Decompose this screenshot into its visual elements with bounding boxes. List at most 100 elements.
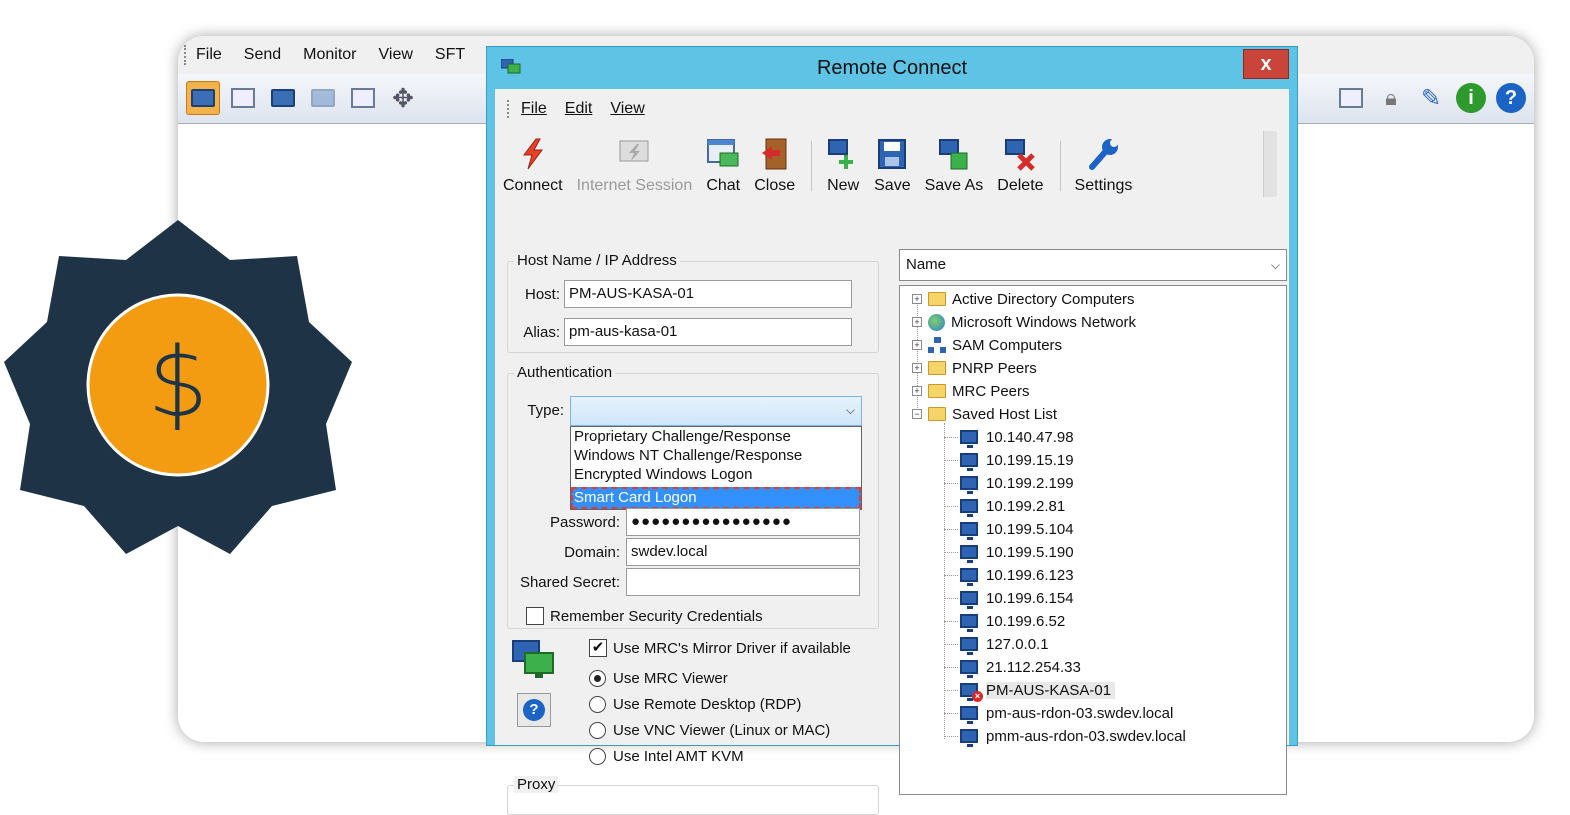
host-item[interactable]: 21.112.254.33 (944, 656, 1081, 678)
chat-button[interactable]: Chat (706, 137, 740, 195)
save-as-button[interactable]: Save As (925, 137, 983, 195)
auth-type-dropdown: Proprietary Challenge/Response Windows N… (570, 426, 862, 510)
expand-icon[interactable]: + (912, 363, 922, 373)
radio-vnc-viewer[interactable] (589, 722, 606, 739)
mrc-viewer-label[interactable]: Use MRC Viewer (613, 670, 728, 687)
host-input[interactable]: PM-AUS-KASA-01 (564, 280, 852, 308)
toolbar-overflow-scroll[interactable] (1263, 131, 1277, 197)
dialog-menu-edit[interactable]: Edit (565, 100, 593, 118)
expand-icon[interactable]: + (912, 317, 922, 327)
shared-secret-input[interactable] (626, 568, 860, 596)
transfer-icon[interactable] (266, 81, 300, 115)
host-item[interactable]: pm-aus-rdon-03.swdev.local (944, 702, 1173, 724)
toolbar-separator (811, 141, 813, 191)
tree-group-label: SAM Computers (952, 336, 1063, 354)
host-label: 10.199.2.81 (986, 497, 1066, 515)
sort-by-select[interactable]: Name ⌵ (899, 249, 1287, 281)
close-button[interactable]: x (1243, 49, 1289, 79)
chat-label: Chat (706, 177, 741, 194)
chevron-down-icon: ⌵ (845, 403, 855, 417)
host-item[interactable]: 10.199.5.190 (944, 541, 1074, 563)
tree-group-pnrp-peers[interactable]: + PNRP Peers (912, 357, 1037, 379)
chat-window-icon[interactable] (226, 81, 260, 115)
auth-type-select[interactable]: ⌵ (570, 396, 862, 426)
delete-button[interactable]: Delete (997, 137, 1044, 195)
edit-icon[interactable]: ✎ (1414, 81, 1448, 115)
mirror-driver-label[interactable]: Use MRC's Mirror Driver if available (613, 640, 851, 657)
menu-view[interactable]: View (379, 46, 413, 64)
vnc-viewer-label[interactable]: Use VNC Viewer (Linux or MAC) (613, 722, 830, 739)
screen-icon[interactable] (346, 81, 380, 115)
radio-intel-amt[interactable] (589, 748, 606, 765)
internet-session-button[interactable]: Internet Session (577, 137, 692, 195)
host-item[interactable]: 127.0.0.1 (944, 633, 1049, 655)
auth-option-smart-card[interactable]: Smart Card Logon (571, 487, 861, 509)
expand-icon[interactable]: + (912, 340, 922, 350)
remember-credentials-label[interactable]: Remember Security Credentials (550, 608, 763, 625)
tree-group-sam-computers[interactable]: + SAM Computers (912, 334, 1062, 356)
auth-option-windows-nt[interactable]: Windows NT Challenge/Response (571, 446, 861, 465)
host-item[interactable]: 10.199.5.104 (944, 518, 1074, 540)
host-item[interactable]: 10.199.2.199 (944, 472, 1074, 494)
tree-group-saved-host-list[interactable]: − Saved Host List (912, 403, 1057, 425)
remote-desktop-label[interactable]: Use Remote Desktop (RDP) (613, 696, 801, 713)
folder-icon (928, 292, 946, 306)
host-item[interactable]: 10.140.47.98 (944, 426, 1074, 448)
menu-send[interactable]: Send (244, 46, 281, 64)
settings-button[interactable]: Settings (1075, 137, 1132, 195)
windows-icon[interactable] (1334, 81, 1368, 115)
proxy-group: Proxy (507, 776, 879, 815)
new-button[interactable]: New (826, 137, 860, 195)
lock-icon[interactable]: 🔒︎ (1374, 81, 1408, 115)
connect-button[interactable]: Connect (503, 137, 563, 195)
auth-option-encrypted-windows[interactable]: Encrypted Windows Logon (571, 465, 861, 484)
tree-group-label: Saved Host List (952, 405, 1058, 423)
intel-amt-label[interactable]: Use Intel AMT KVM (613, 748, 744, 765)
tree-group-mrc-peers[interactable]: + MRC Peers (912, 380, 1030, 402)
radio-mrc-viewer[interactable] (589, 670, 606, 687)
save-button[interactable]: Save (874, 137, 911, 195)
collapse-icon[interactable]: − (912, 409, 922, 419)
menu-sft[interactable]: SFT (435, 46, 465, 64)
dialog-menu-file[interactable]: File (521, 100, 547, 118)
dialog-titlebar[interactable]: Remote Connect x (487, 47, 1297, 89)
dialog-menu-view[interactable]: View (610, 100, 644, 118)
save-disk-icon (878, 139, 907, 169)
auth-option-proprietary[interactable]: Proprietary Challenge/Response (571, 427, 861, 446)
host-item[interactable]: 10.199.6.123 (944, 564, 1074, 586)
radio-remote-desktop[interactable] (589, 696, 606, 713)
tree-group-windows-network[interactable]: + Microsoft Windows Network (912, 311, 1136, 333)
host-item-selected[interactable]: × PM-AUS-KASA-01 (944, 679, 1116, 702)
computer-icon (960, 522, 978, 540)
menu-file[interactable]: File (196, 46, 222, 64)
host-item[interactable]: 10.199.6.52 (944, 610, 1065, 632)
password-label: Password: (549, 514, 620, 531)
domain-input[interactable]: swdev.local (626, 538, 860, 566)
host-label: 10.140.47.98 (986, 428, 1074, 446)
remember-credentials-checkbox[interactable] (526, 607, 544, 625)
move-icon[interactable]: ✥ (386, 81, 420, 115)
help-icon[interactable]: ? (1494, 81, 1528, 115)
close-session-button[interactable]: Close (754, 137, 795, 195)
password-input[interactable]: ●●●●●●●●●●●●●●●● (626, 508, 860, 536)
chat-icon (707, 139, 739, 167)
mirror-driver-checkbox[interactable]: ✔ (589, 639, 607, 657)
menu-monitor[interactable]: Monitor (303, 46, 356, 64)
expand-icon[interactable]: + (912, 294, 922, 304)
computer-icon (960, 591, 978, 609)
expand-icon[interactable]: + (912, 386, 922, 396)
computer-icon (960, 453, 978, 471)
remote-control-icon[interactable] (186, 81, 220, 115)
host-item[interactable]: 10.199.2.81 (944, 495, 1065, 517)
info-icon[interactable]: i (1454, 81, 1488, 115)
monitor-disabled-icon[interactable] (306, 81, 340, 115)
delete-host-icon (1005, 139, 1036, 171)
lightning-icon (522, 138, 543, 170)
door-exit-icon (761, 138, 787, 170)
viewer-help-button[interactable]: ? (517, 693, 551, 727)
host-item[interactable]: 10.199.6.154 (944, 587, 1074, 609)
host-item[interactable]: pmm-aus-rdon-03.swdev.local (944, 725, 1186, 747)
host-item[interactable]: 10.199.15.19 (944, 449, 1074, 471)
alias-input[interactable]: pm-aus-kasa-01 (564, 318, 852, 346)
tree-group-active-directory[interactable]: + Active Directory Computers (912, 288, 1135, 310)
